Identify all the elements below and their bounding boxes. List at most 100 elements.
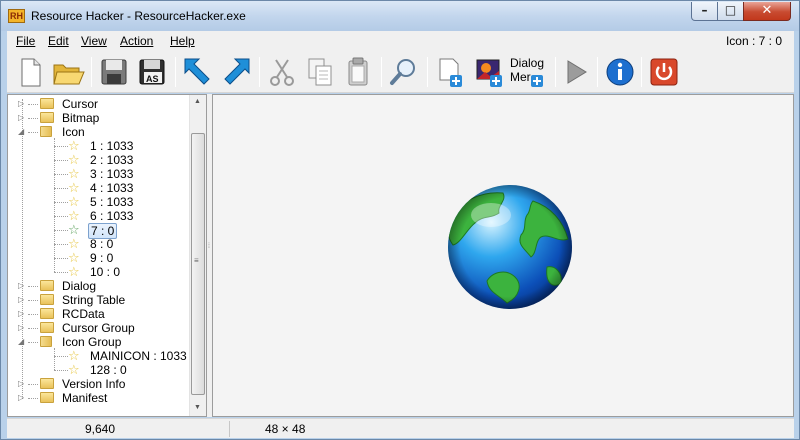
tree-item-label: 4 : 1033 xyxy=(90,181,134,195)
menu-help[interactable]: Help xyxy=(170,34,195,48)
open-folder-icon xyxy=(40,336,52,347)
title-bar[interactable]: RH Resource Hacker - ResourceHacker.exe … xyxy=(1,1,799,31)
open-folder-icon xyxy=(40,126,52,137)
status-divider xyxy=(229,421,230,437)
folder-icon xyxy=(40,98,54,109)
menu-view[interactable]: View xyxy=(81,34,107,48)
collapse-icon[interactable]: ◢ xyxy=(18,337,24,346)
exit-button[interactable] xyxy=(647,55,681,89)
tree-item-label: 9 : 0 xyxy=(90,251,114,265)
tree-connector xyxy=(54,258,68,259)
expand-icon[interactable]: ▷ xyxy=(18,99,24,108)
compile-script-button[interactable] xyxy=(559,55,593,89)
tree-connector xyxy=(54,356,68,357)
tree-connector xyxy=(28,300,38,301)
tree-connector xyxy=(28,132,38,133)
scroll-up-icon[interactable]: ▲ xyxy=(194,98,201,105)
tree-connector xyxy=(28,118,38,119)
star-icon: ☆ xyxy=(68,264,80,279)
add-blank-resource-button[interactable] xyxy=(433,55,467,89)
copy-button[interactable] xyxy=(303,55,337,89)
star-icon: ☆ xyxy=(68,194,80,209)
tree-connector xyxy=(54,216,68,217)
expand-icon[interactable]: ▷ xyxy=(18,295,24,304)
star-icon: ☆ xyxy=(68,180,80,195)
folder-icon xyxy=(40,280,54,291)
paste-icon xyxy=(348,57,368,86)
menu-action[interactable]: Action xyxy=(120,34,153,48)
minimize-button[interactable]: – xyxy=(691,2,718,21)
expand-icon[interactable]: ▷ xyxy=(18,281,24,290)
window-title: Resource Hacker - ResourceHacker.exe xyxy=(31,9,246,23)
tree-connector xyxy=(54,174,68,175)
tree-item-label: 2 : 1033 xyxy=(90,153,134,167)
back-button[interactable] xyxy=(181,55,215,89)
maximize-button[interactable]: □ xyxy=(717,2,744,21)
find-button[interactable] xyxy=(387,55,421,89)
cut-button[interactable] xyxy=(265,55,299,89)
save-as-button[interactable]: AS xyxy=(135,55,169,89)
new-file-button[interactable] xyxy=(13,55,47,89)
resource-tree[interactable]: Cursor ▷ Bitmap ▷ Icon ◢ ☆ 1 : 1033 ☆ 2 : 1033 ☆ 3 … xyxy=(7,94,207,417)
star-icon: ☆ xyxy=(68,222,80,237)
tree-item-label: Icon Group xyxy=(62,335,122,349)
expand-icon[interactable]: ▷ xyxy=(18,393,24,402)
forward-button[interactable] xyxy=(219,55,253,89)
menu-file[interactable]: File xyxy=(16,34,35,48)
save-button[interactable] xyxy=(97,55,131,89)
open-button[interactable] xyxy=(51,55,85,89)
about-button[interactable] xyxy=(603,55,637,89)
menu-bar: File Edit View Action Help Icon : 7 : 0 xyxy=(7,31,794,51)
tree-connector xyxy=(28,314,38,315)
add-dialog-menu-button[interactable]: Dialog Mer xyxy=(509,55,549,89)
folder-icon xyxy=(40,308,54,319)
status-bar: 9,640 48 × 48 xyxy=(7,418,794,438)
folder-icon xyxy=(40,294,54,305)
toolbar-separator xyxy=(641,57,642,87)
toolbar-separator xyxy=(597,57,598,87)
star-icon: ☆ xyxy=(68,348,80,363)
maximize-icon: □ xyxy=(724,3,737,17)
preview-pane xyxy=(212,94,794,417)
tree-item-label: 1 : 1033 xyxy=(90,139,134,153)
toolbar-separator xyxy=(175,57,176,87)
star-icon: ☆ xyxy=(68,250,80,265)
info-icon xyxy=(606,58,634,86)
save-icon xyxy=(101,59,127,85)
run-script-icon xyxy=(567,60,587,84)
tree-scrollbar[interactable]: ▲ ≡ ▼ xyxy=(189,95,206,416)
tree-connector xyxy=(54,138,55,272)
star-icon: ☆ xyxy=(68,208,80,223)
tree-connector xyxy=(22,99,23,399)
tree-item-label: Version Info xyxy=(62,377,126,391)
expand-icon[interactable]: ▷ xyxy=(18,379,24,388)
tree-item-label: 6 : 1033 xyxy=(90,209,134,223)
paste-button[interactable] xyxy=(341,55,375,89)
close-icon: ✕ xyxy=(761,3,773,18)
current-resource-label: Icon : 7 : 0 xyxy=(725,34,782,48)
tree-connector xyxy=(54,348,55,370)
app-window: RH Resource Hacker - ResourceHacker.exe … xyxy=(0,0,800,440)
folder-icon xyxy=(40,112,54,123)
globe-icon xyxy=(448,185,572,309)
close-button[interactable]: ✕ xyxy=(743,2,791,21)
expand-icon[interactable]: ▷ xyxy=(18,113,24,122)
scroll-down-icon[interactable]: ▼ xyxy=(194,404,201,411)
tree-connector xyxy=(28,286,38,287)
tree-scroll-thumb[interactable]: ≡ xyxy=(191,133,205,395)
star-icon: ☆ xyxy=(68,138,80,153)
menu-edit[interactable]: Edit xyxy=(48,34,69,48)
tree-connector xyxy=(54,370,68,371)
toolbar: AS Dialog Mer xyxy=(7,51,794,93)
collapse-icon[interactable]: ◢ xyxy=(18,127,24,136)
tree-item-label: 8 : 0 xyxy=(90,237,114,251)
add-image-resource-button[interactable] xyxy=(473,55,507,89)
tree-connector xyxy=(28,328,38,329)
status-file-size: 9,640 xyxy=(85,422,116,436)
expand-icon[interactable]: ▷ xyxy=(18,323,24,332)
tree-item-label: Bitmap xyxy=(62,111,100,125)
toolbar-separator xyxy=(427,57,428,87)
expand-icon[interactable]: ▷ xyxy=(18,309,24,318)
add-image-resource-icon xyxy=(476,59,502,87)
tree-item-label: Manifest xyxy=(62,391,108,405)
